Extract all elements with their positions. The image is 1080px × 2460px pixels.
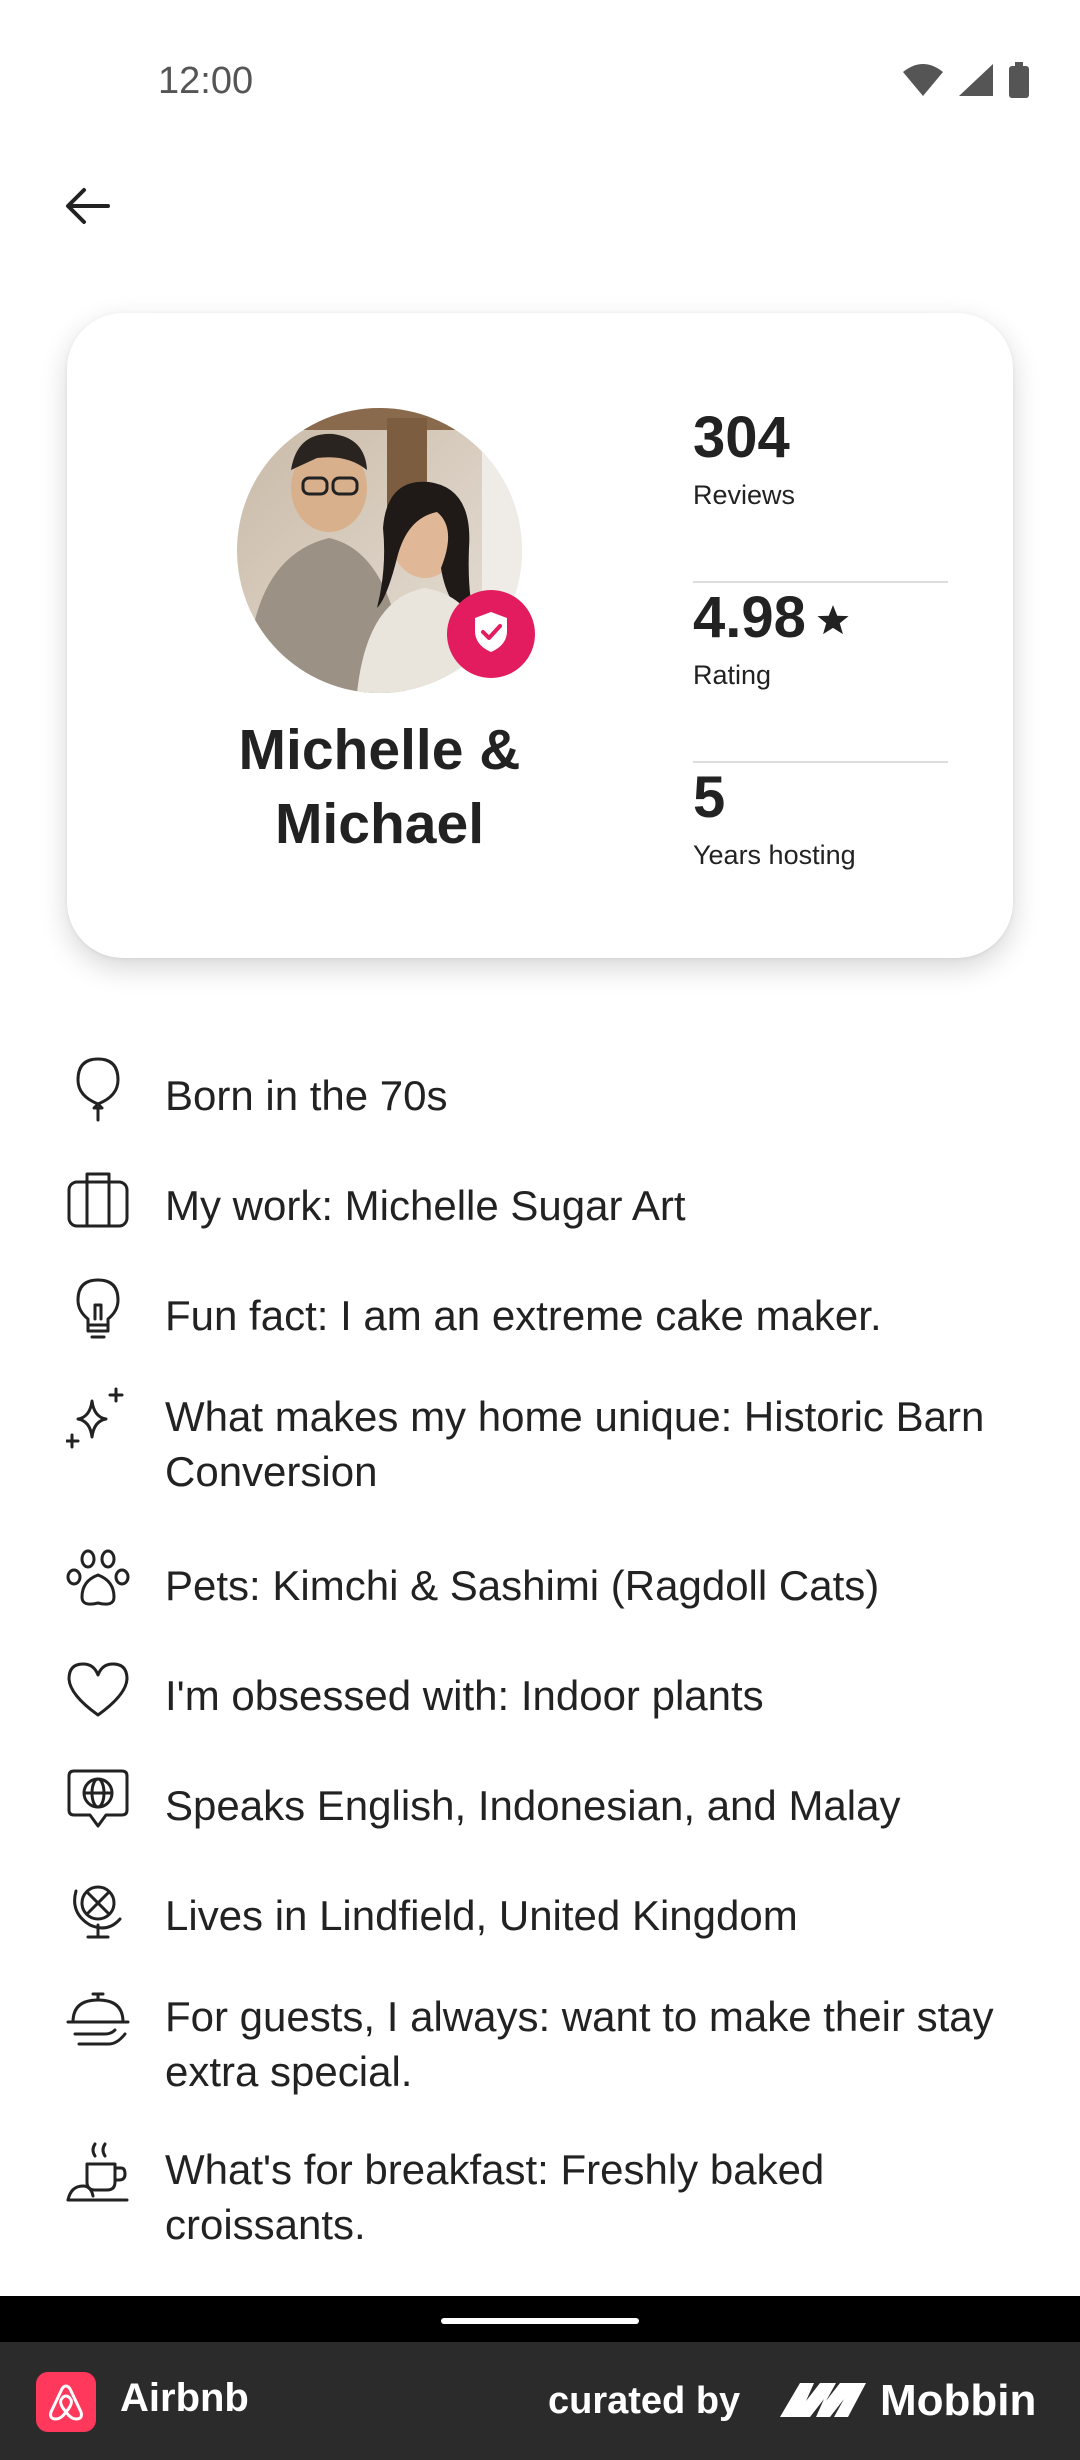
detail-text: Lives in Lindfield, United Kingdom <box>165 1892 798 1939</box>
rating-value: 4.98 <box>693 585 806 650</box>
heart-icon <box>64 1655 132 1723</box>
mobbin-name: Mobbin <box>880 2376 1037 2425</box>
host-name: Michelle & Michael <box>238 718 521 856</box>
wifi-icon <box>902 63 944 102</box>
stat-reviews: 304 Reviews <box>693 403 948 583</box>
airbnb-logo-icon <box>36 2372 96 2432</box>
stat-value: 4.98 <box>693 583 948 653</box>
mobbin-mark-icon <box>778 2379 868 2424</box>
detail-text: Speaks English, Indonesian, and Malay <box>165 1782 901 1829</box>
stat-value: 5 <box>693 763 948 833</box>
stat-value: 304 <box>693 403 948 473</box>
detail-text: I'm obsessed with: Indoor plants <box>165 1672 764 1719</box>
status-bar: 12:00 <box>0 0 1080 160</box>
lightbulb-icon <box>64 1275 132 1343</box>
detail-text: Fun fact: I am an extreme cake maker. <box>165 1292 882 1339</box>
stat-label: Reviews <box>693 480 796 510</box>
arrow-left-icon <box>64 186 112 231</box>
globe-stand-icon <box>64 1875 132 1943</box>
avatar-wrap <box>237 408 535 693</box>
host-profile-screen: 12:00 Michelle & Michael 304 Reviews 4.9… <box>0 0 1080 2460</box>
stat-years-hosting: 5 Years hosting <box>693 763 948 943</box>
detail-text: My work: Michelle Sugar Art <box>165 1182 686 1229</box>
footer: Airbnb curated by Mobbin <box>0 2342 1080 2460</box>
balloon-icon <box>64 1055 132 1123</box>
detail-text: Pets: Kimchi & Sashimi (Ragdoll Cats) <box>165 1562 880 1609</box>
status-time: 12:00 <box>158 60 254 102</box>
star-icon <box>816 583 850 653</box>
home-indicator[interactable] <box>441 2318 639 2324</box>
briefcase-icon <box>64 1165 132 1233</box>
reviews-count: 304 <box>693 405 790 470</box>
detail-text: What's for breakfast: Freshly baked croi… <box>165 2146 825 2248</box>
cloche-icon <box>64 1985 132 2053</box>
shield-check-icon <box>473 611 509 658</box>
detail-text: For guests, I always: want to make their… <box>165 1993 994 2095</box>
years-value: 5 <box>693 765 726 830</box>
mobbin-logo: Mobbin <box>778 2376 1036 2426</box>
coffee-icon <box>64 2138 132 2206</box>
host-stats: 304 Reviews 4.98 Rating 5 Years hosting <box>693 403 948 943</box>
verified-badge <box>447 590 535 678</box>
sparkles-icon <box>64 1385 132 1453</box>
paw-icon <box>64 1545 132 1613</box>
host-card[interactable]: Michelle & Michael 304 Reviews 4.98 Rati… <box>67 313 1013 958</box>
footer-app-name: Airbnb <box>120 2376 249 2420</box>
stat-rating: 4.98 Rating <box>693 583 948 763</box>
back-button[interactable] <box>48 168 128 248</box>
signal-icon <box>958 63 994 102</box>
speech-globe-icon <box>64 1765 132 1833</box>
status-icons <box>902 62 1030 103</box>
footer-curated-by: curated by <box>548 2380 741 2422</box>
detail-text: What makes my home unique: Historic Barn… <box>165 1393 985 1495</box>
battery-icon <box>1008 62 1030 103</box>
stat-label: Rating <box>693 660 772 690</box>
stat-label: Years hosting <box>693 840 856 870</box>
detail-text: Born in the 70s <box>165 1072 448 1119</box>
